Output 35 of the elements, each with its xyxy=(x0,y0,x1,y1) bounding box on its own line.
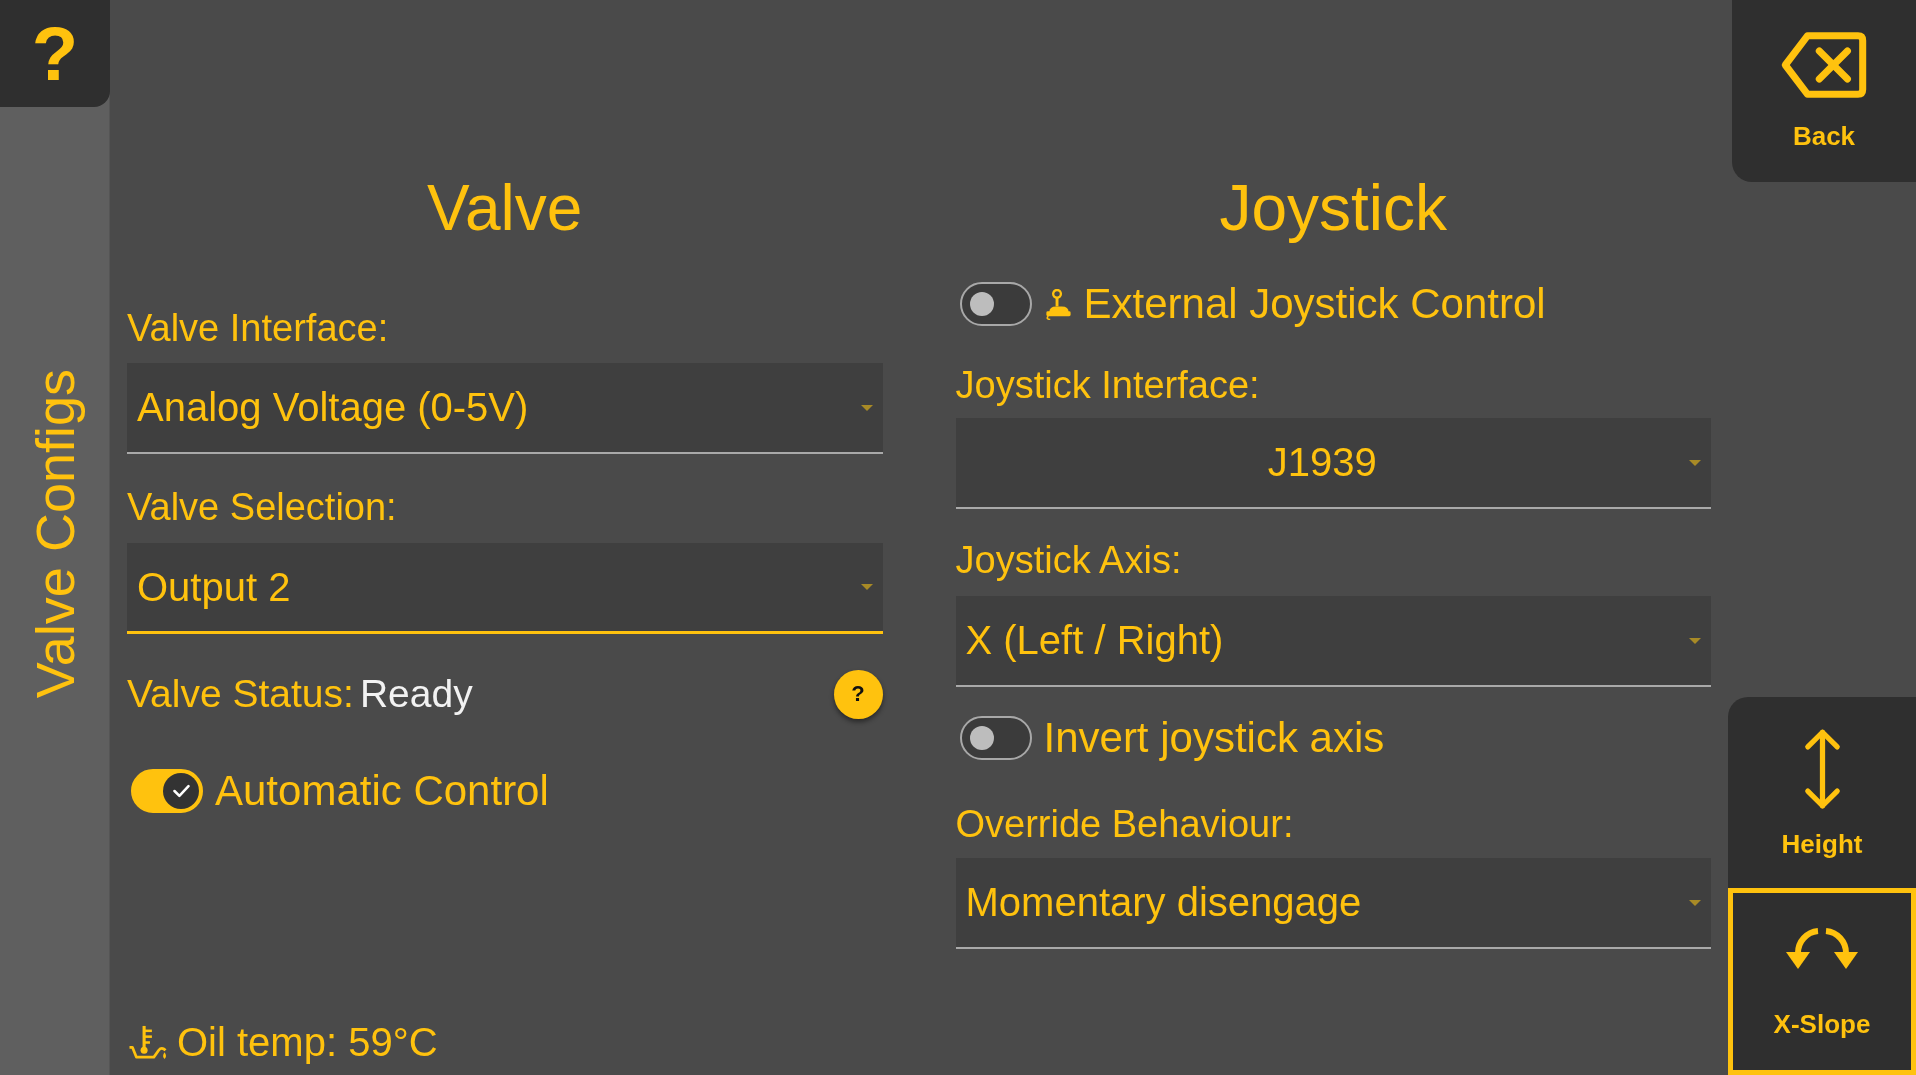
caret-icon xyxy=(1689,459,1701,466)
toggle-label: Automatic Control xyxy=(215,767,549,815)
caret-icon xyxy=(860,404,873,411)
toggle-switch[interactable] xyxy=(959,716,1032,760)
help-button[interactable]: ? xyxy=(0,0,110,107)
field-label: Valve Selection: xyxy=(127,485,398,530)
dropdown[interactable]: Momentary disengage xyxy=(955,858,1711,949)
dropdown[interactable]: X (Left / Right) xyxy=(955,596,1711,687)
section-title: Valve xyxy=(426,171,584,245)
dropdown[interactable]: Output 2 xyxy=(127,543,883,634)
back-button[interactable]: Back xyxy=(1732,0,1916,182)
check-icon xyxy=(172,784,190,798)
dropdown[interactable]: Analog Voltage (0-5V) xyxy=(127,363,883,454)
oil-temperature-text: Oil temp: 59°C xyxy=(177,1019,438,1065)
nav-tab[interactable]: Height xyxy=(1728,697,1916,888)
field-label: Joystick Axis: xyxy=(955,538,1183,583)
field-label: Valve Interface: xyxy=(127,306,390,351)
caret-icon xyxy=(860,584,873,590)
toggle-label: External Joystick Control xyxy=(1083,280,1546,328)
section-title: Joystick xyxy=(1218,171,1449,245)
toggle-label: Invert joystick axis xyxy=(1043,714,1385,762)
joystick-icon xyxy=(1043,288,1072,320)
status-label: Valve Status: xyxy=(127,671,354,717)
help-button[interactable]: ? xyxy=(833,669,883,719)
caret-icon xyxy=(1689,899,1701,906)
oil-temperature-icon xyxy=(127,1023,169,1061)
caret-icon xyxy=(1689,637,1701,644)
field-label: Joystick Interface: xyxy=(955,363,1261,408)
field-label: Override Behaviour: xyxy=(955,802,1295,847)
dropdown[interactable]: J1939 xyxy=(955,418,1711,509)
nav-tab[interactable]: X-Slope xyxy=(1728,888,1916,1075)
toggle-switch[interactable] xyxy=(131,769,203,813)
toggle-switch[interactable] xyxy=(959,282,1032,326)
status-value: Ready xyxy=(359,671,473,717)
backspace-icon xyxy=(1780,31,1868,99)
